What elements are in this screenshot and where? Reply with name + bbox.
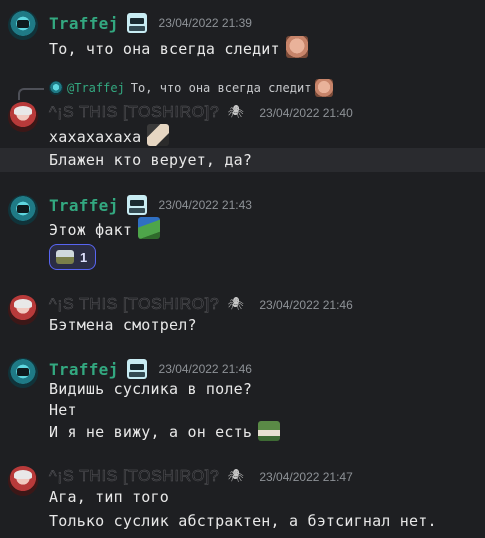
timestamp: 23/04/2022 21:43 [158,198,252,212]
spider-icon: 🕷 [227,297,244,312]
message-line: Бэтмена смотрел? [49,316,197,334]
reply-avatar [49,81,63,95]
author-name[interactable]: Traffej [49,196,119,215]
message-text: И я не вижу, а он есть [49,421,281,443]
timestamp: 23/04/2022 21:46 [259,298,353,312]
message-line: Ага, тип того [49,488,169,506]
message-text: То, что она всегда следит [49,36,308,58]
message-text: Нет [49,399,77,421]
author-name[interactable]: ^¡S THIS [TOSHIRO]? [49,468,219,486]
message-line: Только суслик абстрактен, а бэтсигнал не… [49,512,437,530]
spider-icon: 🕷 [227,105,244,120]
message-line: И я не вижу, а он есть [49,423,253,441]
avatar[interactable] [8,195,38,225]
reaction-emoji-icon [56,250,74,264]
reply-spine [18,88,44,100]
avatar[interactable] [8,295,38,325]
author-name[interactable]: Traffej [49,14,119,33]
author-name[interactable]: Traffej [49,360,119,379]
timestamp: 23/04/2022 21:39 [158,16,252,30]
message-header: Traffej 23/04/2022 21:39 [49,12,252,34]
timestamp: 23/04/2022 21:40 [259,106,353,120]
message-header: ^¡S THIS [TOSHIRO]? 🕷 23/04/2022 21:47 [49,466,353,488]
reply-text[interactable]: То, что она всегда следит [131,81,312,95]
message-text: Ага, тип того [49,486,169,508]
author-name[interactable]: ^¡S THIS [TOSHIRO]? [49,296,219,314]
message-header: Traffej 23/04/2022 21:46 [49,358,252,380]
masked-face-icon [126,359,147,379]
message-text: хахахахаха [49,124,170,146]
message-text: Видишь суслика в поле? [49,378,252,400]
avatar[interactable] [8,10,38,40]
face-emoji-icon [315,79,334,97]
masked-face-icon [126,195,147,215]
reply-preview[interactable]: @Traffej То, что она всегда следит [49,79,334,97]
message-line: Блажен кто верует, да? [49,151,253,169]
message-line: Видишь суслика в поле? [49,380,253,398]
message-line: То, что она всегда следит [49,40,280,58]
gopher-emoji-icon [258,421,281,441]
message-text: Бэтмена смотрел? [49,314,197,336]
avatar[interactable] [8,466,38,496]
message-text: Блажен кто верует, да? [49,149,252,171]
masked-face-icon [126,13,147,33]
cat-emoji-icon [147,124,170,146]
reaction-count: 1 [80,249,88,265]
message-header: ^¡S THIS [TOSHIRO]? 🕷 23/04/2022 21:40 [49,102,353,124]
message-line: Этож факт [49,221,133,239]
spider-icon: 🕷 [227,469,244,484]
message-text: Только суслик абстрактен, а бэтсигнал не… [49,510,437,532]
message-line: Нет [49,401,77,419]
avatar[interactable] [8,358,38,388]
avatar[interactable] [8,102,38,132]
reply-author[interactable]: @Traffej [67,81,125,95]
message-line: хахахахаха [49,128,142,146]
frog-emoji-icon [138,217,161,239]
timestamp: 23/04/2022 21:47 [259,470,353,484]
message-header: Traffej 23/04/2022 21:43 [49,194,252,216]
timestamp: 23/04/2022 21:46 [158,362,252,376]
face-emoji-icon [285,36,308,58]
author-name[interactable]: ^¡S THIS [TOSHIRO]? [49,104,219,122]
message-text: Этож факт [49,217,161,239]
reaction-button[interactable]: 1 [49,244,97,270]
message-header: ^¡S THIS [TOSHIRO]? 🕷 23/04/2022 21:46 [49,294,353,316]
